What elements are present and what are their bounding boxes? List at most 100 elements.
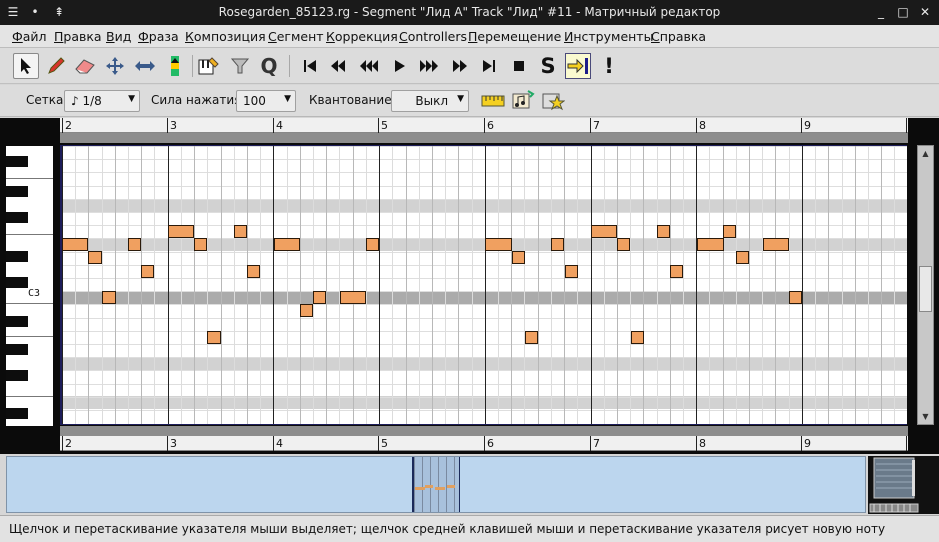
scroll-to-follow-icon[interactable] xyxy=(565,53,591,79)
overview-note xyxy=(435,487,445,490)
resize-tool-icon[interactable] xyxy=(132,53,158,79)
filter-icon[interactable] xyxy=(227,53,253,79)
midi-note[interactable] xyxy=(565,265,578,278)
black-key[interactable] xyxy=(6,212,28,223)
midi-note[interactable] xyxy=(763,238,789,251)
solo-icon[interactable]: S xyxy=(535,53,561,79)
menu-edit[interactable]: Правка xyxy=(54,29,102,44)
midi-note[interactable] xyxy=(697,238,724,251)
chord-insert-icon[interactable] xyxy=(196,53,222,79)
quantize-select[interactable]: Выкл ▼ xyxy=(391,90,469,112)
menu-file[interactable]: Файл xyxy=(12,29,47,44)
midi-note[interactable] xyxy=(128,238,141,251)
overview-thumbnail xyxy=(868,456,939,514)
ruler-icon[interactable] xyxy=(480,88,506,114)
menu-tools[interactable]: Инструменты xyxy=(564,29,653,44)
bar-number: 3 xyxy=(170,119,177,132)
midi-note[interactable] xyxy=(736,251,749,264)
midi-note[interactable] xyxy=(102,291,116,304)
piano-keyboard[interactable]: C3 xyxy=(6,146,53,426)
select-tool-icon[interactable] xyxy=(13,53,39,79)
midi-note[interactable] xyxy=(512,251,525,264)
note-grid[interactable] xyxy=(60,145,907,425)
midi-note[interactable] xyxy=(247,265,260,278)
main-toolbar: Q S ! xyxy=(0,48,939,84)
top-ruler[interactable]: 2 3 4 5 6 7 8 9 xyxy=(60,118,908,133)
rewind-start-icon[interactable] xyxy=(297,53,323,79)
bar-number: 2 xyxy=(65,119,72,132)
black-key[interactable] xyxy=(6,251,28,262)
star-marker-icon[interactable] xyxy=(540,88,566,114)
midi-note[interactable] xyxy=(313,291,326,304)
black-key[interactable] xyxy=(6,344,28,355)
menu-view[interactable]: Вид xyxy=(106,29,131,44)
midi-note[interactable] xyxy=(591,225,617,238)
midi-note[interactable] xyxy=(657,225,670,238)
midi-note[interactable] xyxy=(525,331,538,344)
black-key[interactable] xyxy=(6,156,28,167)
black-key[interactable] xyxy=(6,277,28,288)
midi-note[interactable] xyxy=(194,238,207,251)
midi-note[interactable] xyxy=(300,304,313,317)
menu-segment[interactable]: Сегмент xyxy=(268,29,324,44)
midi-note[interactable] xyxy=(340,291,366,304)
c3-label: C3 xyxy=(28,288,41,299)
panic-icon[interactable]: ! xyxy=(596,53,622,79)
vertical-scrollbar[interactable]: ▲ ▼ xyxy=(917,145,934,425)
scroll-up-icon[interactable]: ▲ xyxy=(920,148,931,159)
midi-note[interactable] xyxy=(274,238,300,251)
scroll-down-icon[interactable]: ▼ xyxy=(920,411,931,422)
close-button[interactable]: ✕ xyxy=(916,3,934,21)
rewind-icon[interactable] xyxy=(325,53,351,79)
midi-note[interactable] xyxy=(168,225,194,238)
erase-tool-icon[interactable] xyxy=(72,53,98,79)
bar-number: 5 xyxy=(381,437,388,450)
menu-adjust[interactable]: Коррекция xyxy=(326,29,398,44)
quantize-label: Квантование: xyxy=(309,93,396,107)
menu-help[interactable]: Справка xyxy=(651,29,706,44)
bar-number: 7 xyxy=(593,437,600,450)
bar-number: 2 xyxy=(65,437,72,450)
draw-tool-icon[interactable] xyxy=(43,53,69,79)
forward-end-icon[interactable] xyxy=(476,53,502,79)
midi-note[interactable] xyxy=(141,265,154,278)
fast-forward-icon[interactable] xyxy=(416,53,442,79)
play-icon[interactable] xyxy=(387,53,413,79)
midi-note[interactable] xyxy=(366,238,379,251)
bar-number: 3 xyxy=(170,437,177,450)
menu-composition[interactable]: Композиция xyxy=(185,29,266,44)
midi-note[interactable] xyxy=(631,331,644,344)
maximize-button[interactable]: □ xyxy=(894,3,912,21)
bottom-ruler[interactable]: 2 3 4 5 6 7 8 9 xyxy=(60,436,908,451)
midi-note[interactable] xyxy=(207,331,221,344)
grid-select[interactable]: ♪ 1/8 ▼ xyxy=(64,90,140,112)
menu-transport[interactable]: Перемещение xyxy=(468,29,561,44)
music-insert-icon[interactable] xyxy=(510,88,536,114)
stop-icon[interactable] xyxy=(506,53,532,79)
velocity-tool-icon[interactable] xyxy=(162,53,188,79)
black-key[interactable] xyxy=(6,316,28,327)
midi-note[interactable] xyxy=(551,238,564,251)
midi-note[interactable] xyxy=(485,238,512,251)
fast-rewind-icon[interactable] xyxy=(356,53,382,79)
midi-note[interactable] xyxy=(234,225,247,238)
velocity-select[interactable]: 100 ▼ xyxy=(236,90,296,112)
move-tool-icon[interactable] xyxy=(102,53,128,79)
forward-icon[interactable] xyxy=(447,53,473,79)
segment-overview[interactable] xyxy=(6,456,866,513)
menu-controllers[interactable]: Controllers xyxy=(399,29,467,44)
bar-number: 7 xyxy=(593,119,600,132)
scroll-thumb[interactable] xyxy=(919,266,932,312)
quantize-icon[interactable]: Q xyxy=(256,53,282,79)
midi-note[interactable] xyxy=(62,238,88,251)
black-key[interactable] xyxy=(6,186,28,197)
midi-note[interactable] xyxy=(670,265,683,278)
menu-phrase[interactable]: Фраза xyxy=(138,29,179,44)
midi-note[interactable] xyxy=(617,238,630,251)
black-key[interactable] xyxy=(6,370,28,381)
black-key[interactable] xyxy=(6,408,28,419)
midi-note[interactable] xyxy=(789,291,802,304)
midi-note[interactable] xyxy=(88,251,102,264)
midi-note[interactable] xyxy=(723,225,736,238)
minimize-button[interactable]: _ xyxy=(872,3,890,21)
